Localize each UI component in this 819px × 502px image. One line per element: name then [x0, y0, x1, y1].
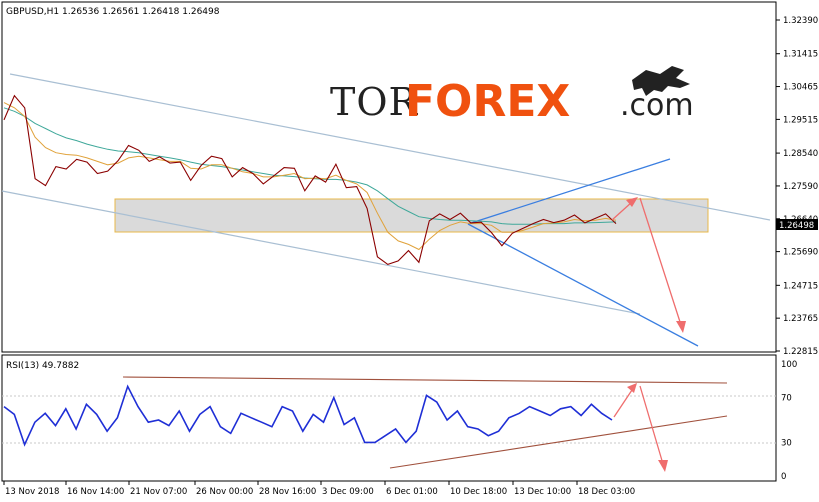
rsi-y-tick-label: 30 — [781, 438, 792, 448]
y-tick-label: 1.31415 — [783, 50, 818, 60]
x-tick-label: 16 Nov 14:00 — [67, 487, 124, 497]
x-tick-label: 13 Nov 2018 — [5, 487, 59, 497]
resistance-zone — [114, 198, 709, 233]
x-tick-label: 3 Dec 09:00 — [322, 487, 374, 497]
y-tick-label: 1.27590 — [783, 182, 818, 192]
y-tick-label: 1.29515 — [783, 115, 818, 125]
rsi-y-tick-label: 70 — [781, 394, 792, 404]
y-tick-label: 1.23765 — [783, 314, 818, 324]
x-tick-label: 26 Nov 00:00 — [196, 487, 253, 497]
y-tick-label: 1.24715 — [783, 281, 818, 291]
y-tick-label: 1.32390 — [783, 16, 818, 26]
y-tick-label: 1.25690 — [783, 248, 818, 258]
x-tick-label: 18 Dec 03:00 — [578, 487, 635, 497]
x-tick-label: 13 Dec 10:00 — [514, 487, 571, 497]
x-tick-label: 10 Dec 18:00 — [450, 487, 507, 497]
x-tick-label: 21 Nov 07:00 — [130, 487, 187, 497]
y-tick-label: 1.26640 — [783, 215, 818, 225]
rsi-title: RSI(13) 49.7882 — [6, 361, 79, 371]
logo-com-text: .com — [620, 88, 694, 123]
x-tick-label: 28 Nov 16:00 — [259, 487, 316, 497]
y-tick-label: 1.22815 — [783, 347, 818, 357]
y-tick-label: 1.30465 — [783, 83, 818, 93]
price-panel — [1, 1, 777, 353]
rsi-y-tick-label: 0 — [781, 472, 786, 482]
logo-forex-text: FOREX — [405, 76, 570, 127]
x-tick-label: 6 Dec 01:00 — [386, 487, 438, 497]
chart-header: GBPUSD,H1 1.26536 1.26561 1.26418 1.2649… — [6, 7, 220, 17]
rsi-y-tick-label: 100 — [781, 360, 797, 370]
chart-canvas: 1.26498 GBPUSD,H1 1.26536 1.26561 1.2641… — [1, 1, 818, 497]
y-tick-label: 1.28540 — [783, 149, 818, 159]
